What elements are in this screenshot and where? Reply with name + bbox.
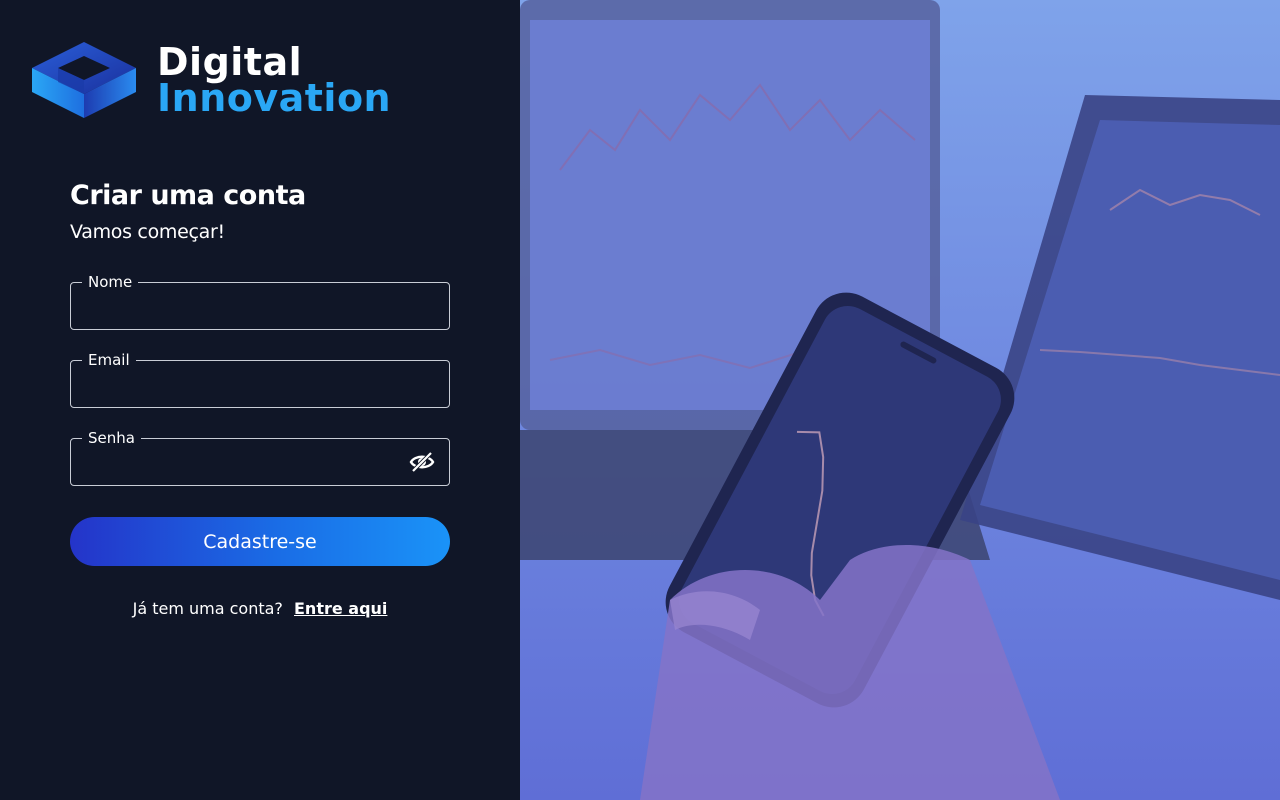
signup-form: Criar uma conta Vamos começar! Nome Emai… <box>70 180 450 618</box>
name-field[interactable]: Nome <box>70 272 450 330</box>
brand-wordmark: Digital Innovation <box>157 40 392 120</box>
signin-link[interactable]: Entre aqui <box>294 599 387 618</box>
signin-prompt-row: Já tem uma conta? Entre aqui <box>70 599 450 618</box>
form-subtitle: Vamos começar! <box>70 221 225 243</box>
brand-line1: Digital <box>157 40 303 84</box>
password-field-label: Senha <box>82 428 141 448</box>
password-field[interactable]: Senha <box>70 428 450 486</box>
brand-logo: Digital Innovation <box>30 40 391 120</box>
trading-devices-illustration <box>520 0 1280 800</box>
signup-panel: Digital Innovation Criar uma conta Vamos… <box>0 0 520 800</box>
signin-prompt: Já tem uma conta? <box>132 599 283 618</box>
form-title: Criar uma conta <box>70 180 306 211</box>
brand-line2: Innovation <box>157 76 392 120</box>
eye-off-icon[interactable] <box>409 451 435 473</box>
cube-logo-icon <box>32 42 136 118</box>
email-field[interactable]: Email <box>70 350 450 408</box>
name-field-label: Nome <box>82 272 139 292</box>
hero-image <box>520 0 1280 800</box>
signup-button[interactable]: Cadastre-se <box>70 517 450 566</box>
email-field-label: Email <box>82 350 136 370</box>
